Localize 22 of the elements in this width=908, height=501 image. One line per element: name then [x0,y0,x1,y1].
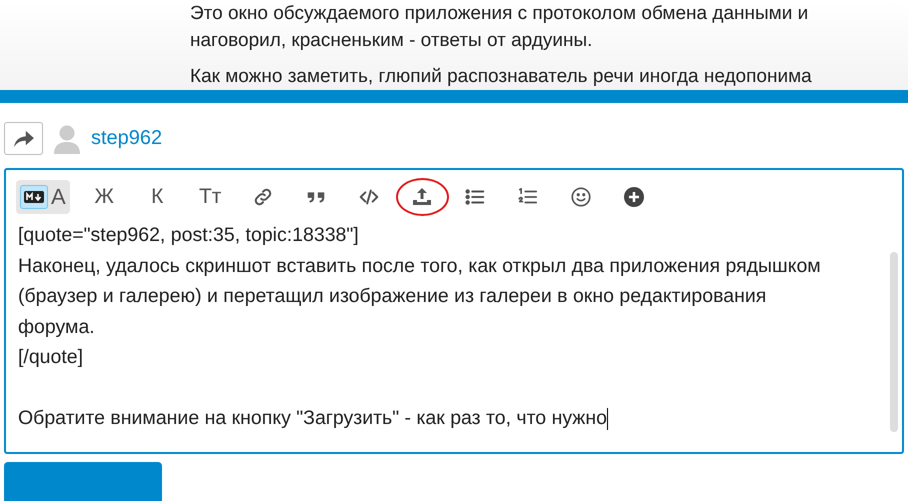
upload-button[interactable] [396,178,449,216]
avatar-silhouette-icon [53,124,81,154]
post-text: наговорил, красненьким - ответы от ардуины. [190,29,594,53]
editor-text: [quote="step962, post:35, topic:18338"] [18,223,360,248]
format-button[interactable]: К [130,178,184,216]
share-arrow-icon [12,130,34,148]
smiley-icon [570,186,592,208]
markdown-toggle[interactable]: A [16,180,70,214]
editor-field[interactable] [4,168,904,454]
markdown-mode-switch[interactable] [20,185,48,210]
reply-to-username[interactable]: step962 [91,127,162,150]
post-text: Это окно обсуждаемого приложения с протоколом обмена данными и [190,2,810,26]
editor-text: Обратите внимание на кнопку "Загрузить" - как раз то, что нужно [18,406,609,432]
plus-icon [622,185,646,210]
scrollbar[interactable] [890,252,898,432]
editor-text: [/quote] [18,345,84,370]
markdown-icon [24,191,44,204]
format-button[interactable]: Тт [184,178,237,216]
reply-arrow-button[interactable] [4,122,43,156]
format-button[interactable]: Ж [78,178,131,216]
post-text: Как можно заметить, глюпий распознаватель речи иногда недопонима [190,65,813,89]
editor-text: Наконец, удалось скриншот вставить после того, как открыл два приложения рядышком (браузер и галерею) и перетащил изображение из галереи в окно редактирования форума. [18,254,822,340]
